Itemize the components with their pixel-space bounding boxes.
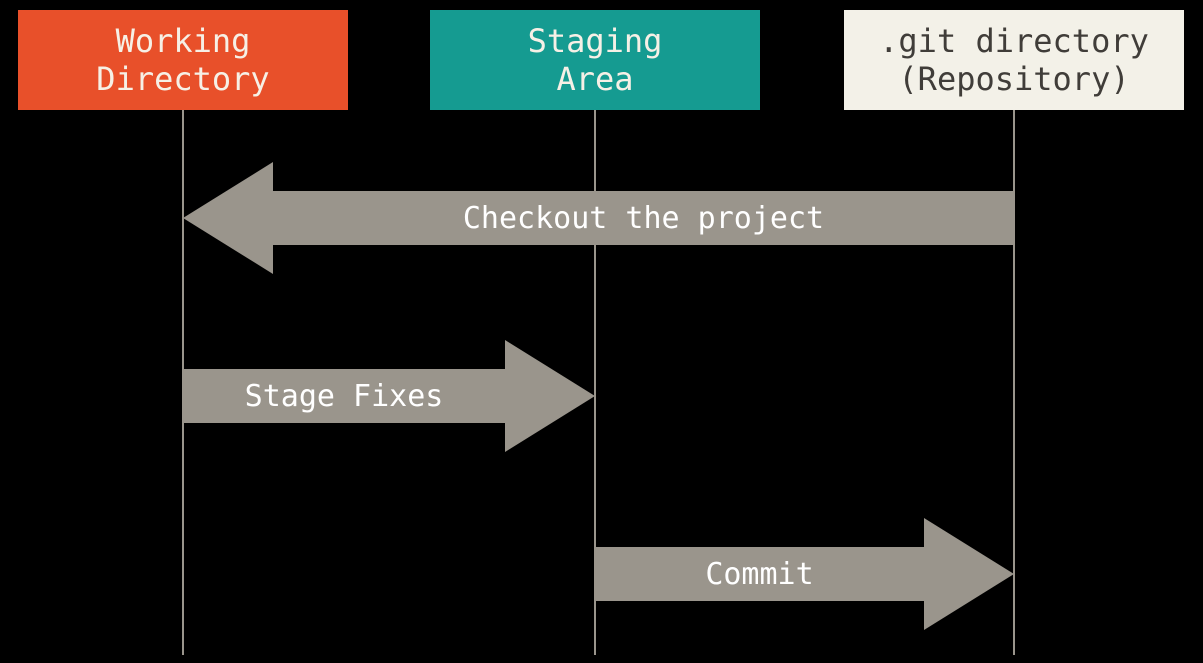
node-git-directory: .git directory (Repository): [844, 10, 1184, 110]
node-working-directory: Working Directory: [18, 10, 348, 110]
arrow-commit-label: Commit: [595, 547, 924, 601]
arrow-right-icon: [505, 340, 595, 452]
arrow-right-icon: [924, 518, 1014, 630]
arrow-stage-label: Stage Fixes: [183, 369, 505, 423]
arrow-left-icon: [183, 162, 273, 274]
node-staging-area: Staging Area: [430, 10, 760, 110]
arrow-checkout-label: Checkout the project: [273, 191, 1014, 245]
